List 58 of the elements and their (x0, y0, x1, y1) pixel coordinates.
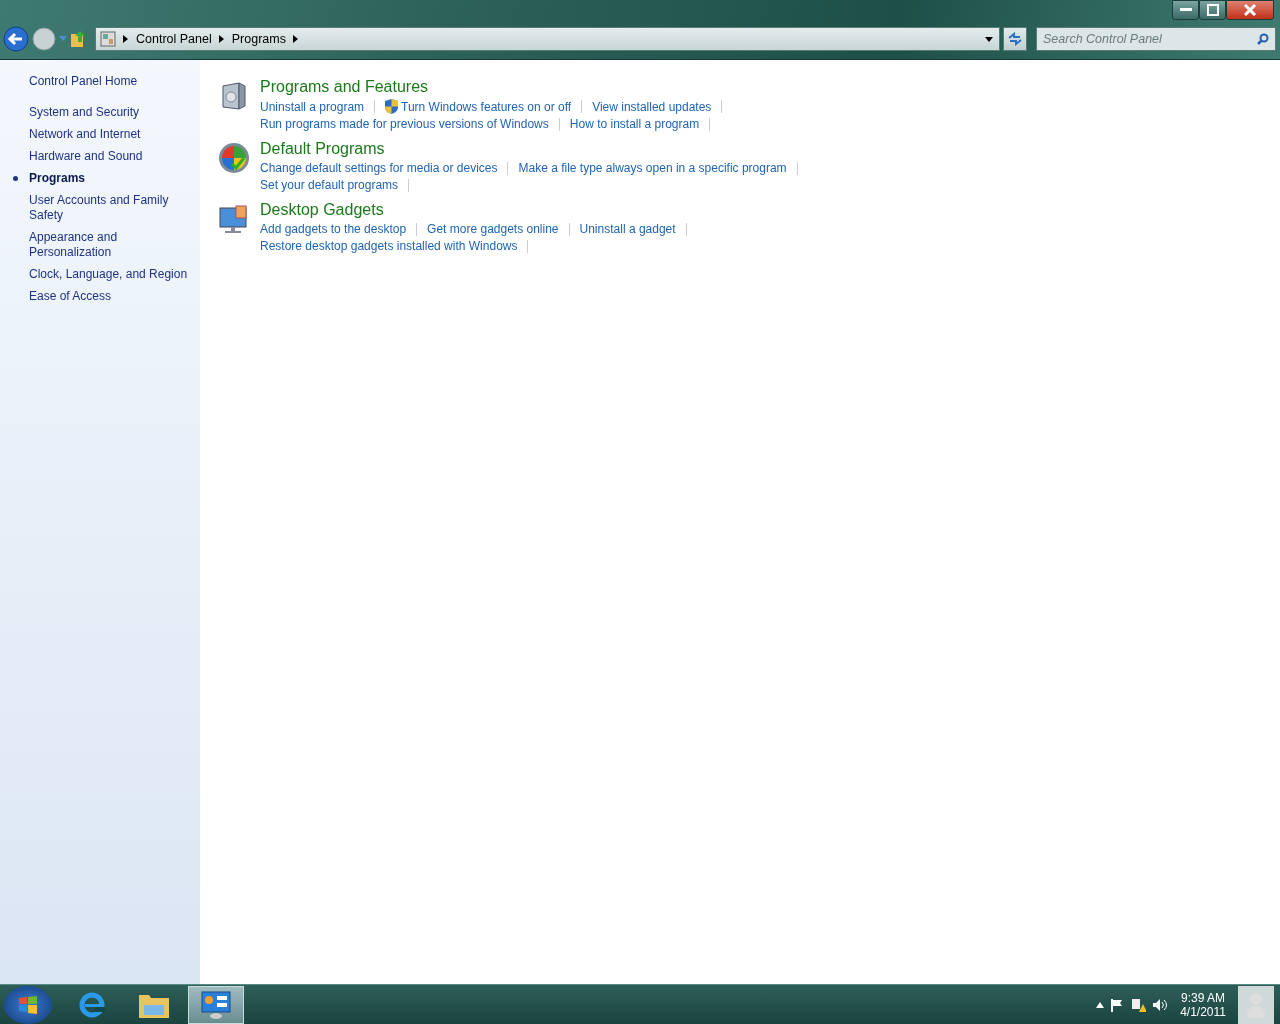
clock-time: 9:39 AM (1181, 990, 1226, 1005)
show-hidden-icons-icon[interactable] (1096, 1001, 1105, 1008)
sidebar-link[interactable]: Hardware and Sound (29, 149, 190, 164)
minimize-button[interactable] (1172, 0, 1199, 20)
chevron-icon (123, 35, 129, 43)
task-link[interactable]: Set your default programs (260, 178, 399, 192)
task-link[interactable]: Make a file type always open in a specific program (518, 161, 787, 175)
task-link[interactable]: Add gadgets to the desktop (260, 222, 407, 236)
sidebar-link[interactable]: User Accounts and Family Safety (29, 193, 190, 223)
folder-up-icon[interactable] (70, 30, 86, 48)
chevron-icon (218, 35, 225, 43)
task-link[interactable]: How to install a program (569, 117, 700, 131)
monitor-icon (218, 203, 250, 235)
sidebar-link[interactable]: Programs (29, 171, 190, 186)
breadcrumb[interactable]: Programs (231, 32, 286, 46)
task-link[interactable]: Restore desktop gadgets installed with Windows (260, 239, 518, 253)
messenger-button[interactable] (1238, 985, 1274, 1024)
start-button[interactable] (4, 985, 52, 1024)
refresh-button[interactable] (1003, 27, 1027, 51)
address-bar[interactable]: Control Panel Programs (95, 27, 1000, 51)
search-field[interactable]: Search Control Panel (1036, 27, 1276, 51)
task-link[interactable]: Get more gadgets online (427, 222, 559, 236)
taskbar-button[interactable] (188, 985, 244, 1024)
clock-date: 4/1/2011 (1180, 1004, 1226, 1019)
minimize-icon (1179, 8, 1192, 12)
network-warning-icon[interactable] (1130, 996, 1147, 1013)
windows-logo-icon (17, 993, 39, 1016)
sidebar-link[interactable]: System and Security (29, 105, 190, 120)
refresh-icon (1008, 32, 1022, 46)
bullet-icon (13, 176, 18, 181)
task-link[interactable]: Change default settings for media or devices (260, 161, 498, 175)
task-link[interactable]: Turn Windows features on or off (401, 99, 572, 114)
task-link[interactable]: Uninstall a gadget (579, 222, 676, 236)
chevron-icon (292, 35, 299, 43)
restore-icon (1206, 4, 1219, 16)
control-panel-icon (100, 31, 116, 47)
breadcrumb[interactable]: Control Panel (136, 32, 212, 46)
section-title-link[interactable]: Default Programs (260, 140, 798, 158)
section-title-link[interactable]: Programs and Features (260, 78, 723, 96)
control-panel-icon (200, 989, 232, 1020)
sidebar-link[interactable]: Control Panel Home (29, 74, 190, 88)
flag-icon[interactable] (1110, 997, 1125, 1012)
section-title-link[interactable]: Desktop Gadgets (260, 201, 687, 219)
task-link[interactable]: Uninstall a program (260, 99, 365, 114)
sidebar-link[interactable]: Ease of Access (29, 289, 190, 304)
search-icon[interactable] (1257, 33, 1269, 45)
sidebar-link[interactable]: Network and Internet (29, 127, 190, 142)
speaker-icon[interactable] (1152, 997, 1169, 1012)
close-icon (1243, 4, 1257, 16)
sidebar-link[interactable]: Appearance and Personalization (29, 230, 190, 260)
restore-button[interactable] (1199, 0, 1226, 20)
clock[interactable]: 9:39 AM 4/1/2011 (1180, 990, 1226, 1019)
task-link[interactable]: Run programs made for previous versions of Windows (260, 117, 549, 131)
default-programs-icon (218, 142, 250, 174)
dropdown-icon[interactable] (985, 36, 993, 42)
sidebar-link[interactable]: Clock, Language, and Region (29, 267, 190, 282)
close-button[interactable] (1226, 0, 1274, 20)
task-link[interactable]: View installed updates (592, 99, 712, 114)
